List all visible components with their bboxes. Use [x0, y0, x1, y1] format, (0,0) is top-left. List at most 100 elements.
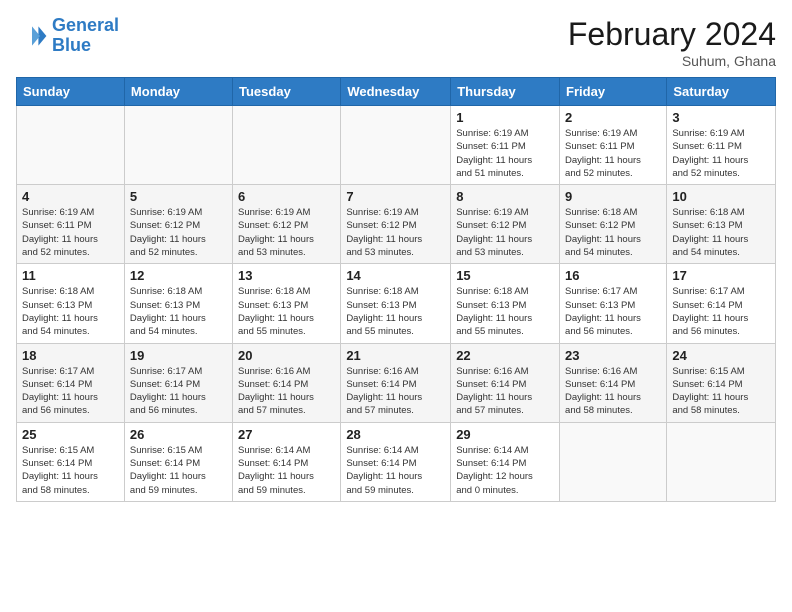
day-info: Sunrise: 6:15 AM Sunset: 6:14 PM Dayligh…: [672, 365, 770, 418]
day-number: 18: [22, 348, 119, 363]
calendar-cell: 19 Sunrise: 6:17 AM Sunset: 6:14 PM Dayli…: [124, 343, 232, 422]
day-number: 3: [672, 110, 770, 125]
calendar-cell: 9 Sunrise: 6:18 AM Sunset: 6:12 PM Daylig…: [560, 185, 667, 264]
calendar-cell: 5Sunrise: 6:19 AM Sunset: 6:12 PM Daylig…: [124, 185, 232, 264]
day-info: Sunrise: 6:18 AM Sunset: 6:13 PM Dayligh…: [346, 285, 445, 338]
logo-icon: [16, 20, 48, 52]
day-info: Sunrise: 6:16 AM Sunset: 6:14 PM Dayligh…: [456, 365, 554, 418]
weekday-header-saturday: Saturday: [667, 78, 776, 106]
calendar-cell: 3 Sunrise: 6:19 AM Sunset: 6:11 PM Daylig…: [667, 106, 776, 185]
day-info: Sunrise: 6:17 AM Sunset: 6:13 PM Dayligh…: [565, 285, 661, 338]
day-number: 29: [456, 427, 554, 442]
day-number: 19: [130, 348, 227, 363]
calendar-cell: 24Sunrise: 6:15 AM Sunset: 6:14 PM Dayli…: [667, 343, 776, 422]
day-number: 25: [22, 427, 119, 442]
day-number: 16: [565, 268, 661, 283]
calendar-cell: 27Sunrise: 6:14 AM Sunset: 6:14 PM Dayli…: [233, 422, 341, 501]
calendar-cell: [667, 422, 776, 501]
day-info: Sunrise: 6:19 AM Sunset: 6:12 PM Dayligh…: [130, 206, 227, 259]
calendar-cell: [560, 422, 667, 501]
day-number: 20: [238, 348, 335, 363]
day-info: Sunrise: 6:18 AM Sunset: 6:12 PM Dayligh…: [565, 206, 661, 259]
weekday-header-row: SundayMondayTuesdayWednesdayThursdayFrid…: [17, 78, 776, 106]
calendar-cell: 1 Sunrise: 6:19 AM Sunset: 6:11 PM Daylig…: [451, 106, 560, 185]
calendar-cell: 7 Sunrise: 6:19 AM Sunset: 6:12 PM Daylig…: [341, 185, 451, 264]
location-subtitle: Suhum, Ghana: [568, 53, 776, 69]
day-number: 11: [22, 268, 119, 283]
day-number: 28: [346, 427, 445, 442]
day-info: Sunrise: 6:19 AM Sunset: 6:11 PM Dayligh…: [22, 206, 119, 259]
calendar-cell: 21 Sunrise: 6:16 AM Sunset: 6:14 PM Dayli…: [341, 343, 451, 422]
day-info: Sunrise: 6:17 AM Sunset: 6:14 PM Dayligh…: [22, 365, 119, 418]
month-title: February 2024: [568, 16, 776, 53]
calendar-cell: 13Sunrise: 6:18 AM Sunset: 6:13 PM Dayli…: [233, 264, 341, 343]
day-number: 9: [565, 189, 661, 204]
day-info: Sunrise: 6:19 AM Sunset: 6:11 PM Dayligh…: [672, 127, 770, 180]
calendar-cell: 11 Sunrise: 6:18 AM Sunset: 6:13 PM Dayli…: [17, 264, 125, 343]
day-number: 14: [346, 268, 445, 283]
day-info: Sunrise: 6:19 AM Sunset: 6:12 PM Dayligh…: [346, 206, 445, 259]
calendar-week-row: 1 Sunrise: 6:19 AM Sunset: 6:11 PM Daylig…: [17, 106, 776, 185]
day-info: Sunrise: 6:19 AM Sunset: 6:12 PM Dayligh…: [238, 206, 335, 259]
calendar-cell: 6 Sunrise: 6:19 AM Sunset: 6:12 PM Daylig…: [233, 185, 341, 264]
calendar-cell: 20Sunrise: 6:16 AM Sunset: 6:14 PM Dayli…: [233, 343, 341, 422]
calendar-cell: 22 Sunrise: 6:16 AM Sunset: 6:14 PM Dayli…: [451, 343, 560, 422]
day-number: 15: [456, 268, 554, 283]
weekday-header-thursday: Thursday: [451, 78, 560, 106]
day-info: Sunrise: 6:14 AM Sunset: 6:14 PM Dayligh…: [346, 444, 445, 497]
calendar-cell: 29 Sunrise: 6:14 AM Sunset: 6:14 PM Dayli…: [451, 422, 560, 501]
day-number: 26: [130, 427, 227, 442]
calendar-cell: 28 Sunrise: 6:14 AM Sunset: 6:14 PM Dayli…: [341, 422, 451, 501]
day-number: 8: [456, 189, 554, 204]
calendar-cell: 8 Sunrise: 6:19 AM Sunset: 6:12 PM Daylig…: [451, 185, 560, 264]
day-number: 12: [130, 268, 227, 283]
day-info: Sunrise: 6:19 AM Sunset: 6:12 PM Dayligh…: [456, 206, 554, 259]
title-block: February 2024 Suhum, Ghana: [568, 16, 776, 69]
day-number: 7: [346, 189, 445, 204]
calendar-cell: [341, 106, 451, 185]
weekday-header-wednesday: Wednesday: [341, 78, 451, 106]
day-info: Sunrise: 6:17 AM Sunset: 6:14 PM Dayligh…: [672, 285, 770, 338]
calendar-cell: 26 Sunrise: 6:15 AM Sunset: 6:14 PM Dayli…: [124, 422, 232, 501]
calendar-cell: 16 Sunrise: 6:17 AM Sunset: 6:13 PM Dayli…: [560, 264, 667, 343]
day-number: 1: [456, 110, 554, 125]
calendar-cell: 17Sunrise: 6:17 AM Sunset: 6:14 PM Dayli…: [667, 264, 776, 343]
calendar-cell: 18 Sunrise: 6:17 AM Sunset: 6:14 PM Dayli…: [17, 343, 125, 422]
calendar-cell: 14 Sunrise: 6:18 AM Sunset: 6:13 PM Dayli…: [341, 264, 451, 343]
calendar-week-row: 4 Sunrise: 6:19 AM Sunset: 6:11 PM Daylig…: [17, 185, 776, 264]
calendar-cell: 10Sunrise: 6:18 AM Sunset: 6:13 PM Dayli…: [667, 185, 776, 264]
day-number: 4: [22, 189, 119, 204]
calendar-week-row: 18 Sunrise: 6:17 AM Sunset: 6:14 PM Dayli…: [17, 343, 776, 422]
day-info: Sunrise: 6:16 AM Sunset: 6:14 PM Dayligh…: [346, 365, 445, 418]
day-number: 6: [238, 189, 335, 204]
day-info: Sunrise: 6:15 AM Sunset: 6:14 PM Dayligh…: [130, 444, 227, 497]
page-header: General Blue February 2024 Suhum, Ghana: [16, 16, 776, 69]
calendar-table: SundayMondayTuesdayWednesdayThursdayFrid…: [16, 77, 776, 502]
day-number: 23: [565, 348, 661, 363]
calendar-cell: [233, 106, 341, 185]
day-info: Sunrise: 6:18 AM Sunset: 6:13 PM Dayligh…: [22, 285, 119, 338]
calendar-week-row: 11 Sunrise: 6:18 AM Sunset: 6:13 PM Dayli…: [17, 264, 776, 343]
day-info: Sunrise: 6:16 AM Sunset: 6:14 PM Dayligh…: [565, 365, 661, 418]
calendar-cell: 23 Sunrise: 6:16 AM Sunset: 6:14 PM Dayli…: [560, 343, 667, 422]
day-info: Sunrise: 6:17 AM Sunset: 6:14 PM Dayligh…: [130, 365, 227, 418]
calendar-cell: [17, 106, 125, 185]
day-info: Sunrise: 6:14 AM Sunset: 6:14 PM Dayligh…: [456, 444, 554, 497]
day-number: 27: [238, 427, 335, 442]
weekday-header-friday: Friday: [560, 78, 667, 106]
calendar-cell: 2 Sunrise: 6:19 AM Sunset: 6:11 PM Daylig…: [560, 106, 667, 185]
calendar-cell: 25 Sunrise: 6:15 AM Sunset: 6:14 PM Dayli…: [17, 422, 125, 501]
day-number: 13: [238, 268, 335, 283]
weekday-header-sunday: Sunday: [17, 78, 125, 106]
day-info: Sunrise: 6:19 AM Sunset: 6:11 PM Dayligh…: [456, 127, 554, 180]
day-info: Sunrise: 6:19 AM Sunset: 6:11 PM Dayligh…: [565, 127, 661, 180]
day-info: Sunrise: 6:15 AM Sunset: 6:14 PM Dayligh…: [22, 444, 119, 497]
day-number: 22: [456, 348, 554, 363]
day-number: 2: [565, 110, 661, 125]
day-number: 21: [346, 348, 445, 363]
calendar-cell: 15 Sunrise: 6:18 AM Sunset: 6:13 PM Dayli…: [451, 264, 560, 343]
logo-text: General Blue: [52, 16, 119, 56]
day-info: Sunrise: 6:18 AM Sunset: 6:13 PM Dayligh…: [456, 285, 554, 338]
weekday-header-monday: Monday: [124, 78, 232, 106]
day-number: 10: [672, 189, 770, 204]
